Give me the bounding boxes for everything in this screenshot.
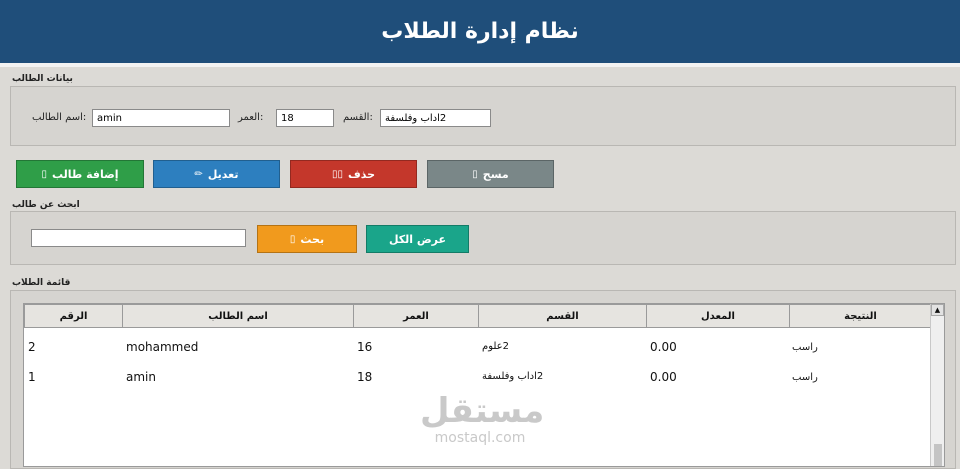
student-data-group-title: بيانات الطالب	[12, 74, 73, 84]
student-list-group-title: قائمة الطلاب	[12, 278, 71, 288]
delete-button[interactable]: ▯▯ حذف	[290, 160, 417, 188]
add-icon: ▯	[41, 168, 47, 180]
department-input[interactable]	[380, 109, 491, 127]
add-student-button[interactable]: ▯ إضافة طالب	[16, 160, 144, 188]
edit-button[interactable]: ✏ تعديل	[153, 160, 280, 188]
column-header-result[interactable]: النتيجة	[789, 304, 932, 328]
age-label: :العمر	[238, 112, 264, 123]
row-1-age[interactable]: 16	[357, 340, 372, 354]
watermark-url: mostaql.com	[434, 430, 526, 446]
scroll-up-arrow-icon[interactable]: ▲	[931, 304, 944, 316]
row-1-id[interactable]: 2	[28, 340, 36, 354]
row-2-id[interactable]: 1	[28, 370, 36, 384]
column-header-name[interactable]: اسم الطالب	[122, 304, 354, 328]
edit-label: تعديل	[207, 167, 239, 181]
row-2-age[interactable]: 18	[357, 370, 372, 384]
student-name-input[interactable]	[92, 109, 230, 127]
row-2-result[interactable]: راسب	[792, 372, 818, 383]
column-header-id[interactable]: الرقم	[24, 304, 123, 328]
title-bar: نظام إدارة الطلاب	[0, 0, 960, 63]
show-all-label: عرض الكل	[388, 232, 447, 246]
row-2-name[interactable]: amin	[126, 370, 156, 384]
search-icon: ▯	[289, 233, 296, 245]
row-1-name[interactable]: mohammed	[126, 340, 198, 354]
clear-icon: ▯	[472, 168, 478, 180]
clear-button[interactable]: ▯ مسح	[427, 160, 554, 188]
row-2-gpa[interactable]: 0.00	[650, 370, 677, 384]
row-1-gpa[interactable]: 0.00	[650, 340, 677, 354]
search-label: بحث	[300, 232, 325, 246]
search-input[interactable]	[31, 229, 246, 247]
column-header-gpa[interactable]: المعدل	[646, 304, 790, 328]
row-2-department[interactable]: 2اداب وفلسفة	[482, 371, 543, 382]
add-student-label: إضافة طالب	[52, 167, 119, 181]
show-all-button[interactable]: عرض الكل	[366, 225, 469, 253]
search-button[interactable]: ▯ بحث	[257, 225, 357, 253]
column-header-department[interactable]: القسم	[478, 304, 647, 328]
student-name-label: :اسم الطالب	[32, 112, 87, 123]
header-divider	[0, 63, 960, 67]
delete-label: حذف	[347, 167, 376, 181]
app-title: نظام إدارة الطلاب	[381, 19, 579, 44]
watermark: مستقل mostaql.com	[420, 391, 545, 446]
department-label: :القسم	[343, 112, 373, 123]
row-1-result[interactable]: راسب	[792, 342, 818, 353]
delete-icon: ▯▯	[331, 168, 343, 180]
watermark-logo: مستقل	[420, 391, 545, 431]
column-header-age[interactable]: العمر	[353, 304, 479, 328]
table-scrollbar[interactable]: ▲	[930, 304, 944, 466]
scroll-thumb[interactable]	[934, 444, 942, 466]
age-input[interactable]	[276, 109, 334, 127]
row-1-department[interactable]: 2علوم	[482, 341, 509, 352]
search-group-title: ابحث عن طالب	[12, 200, 80, 210]
clear-label: مسح	[482, 167, 509, 181]
edit-icon: ✏	[194, 168, 203, 180]
